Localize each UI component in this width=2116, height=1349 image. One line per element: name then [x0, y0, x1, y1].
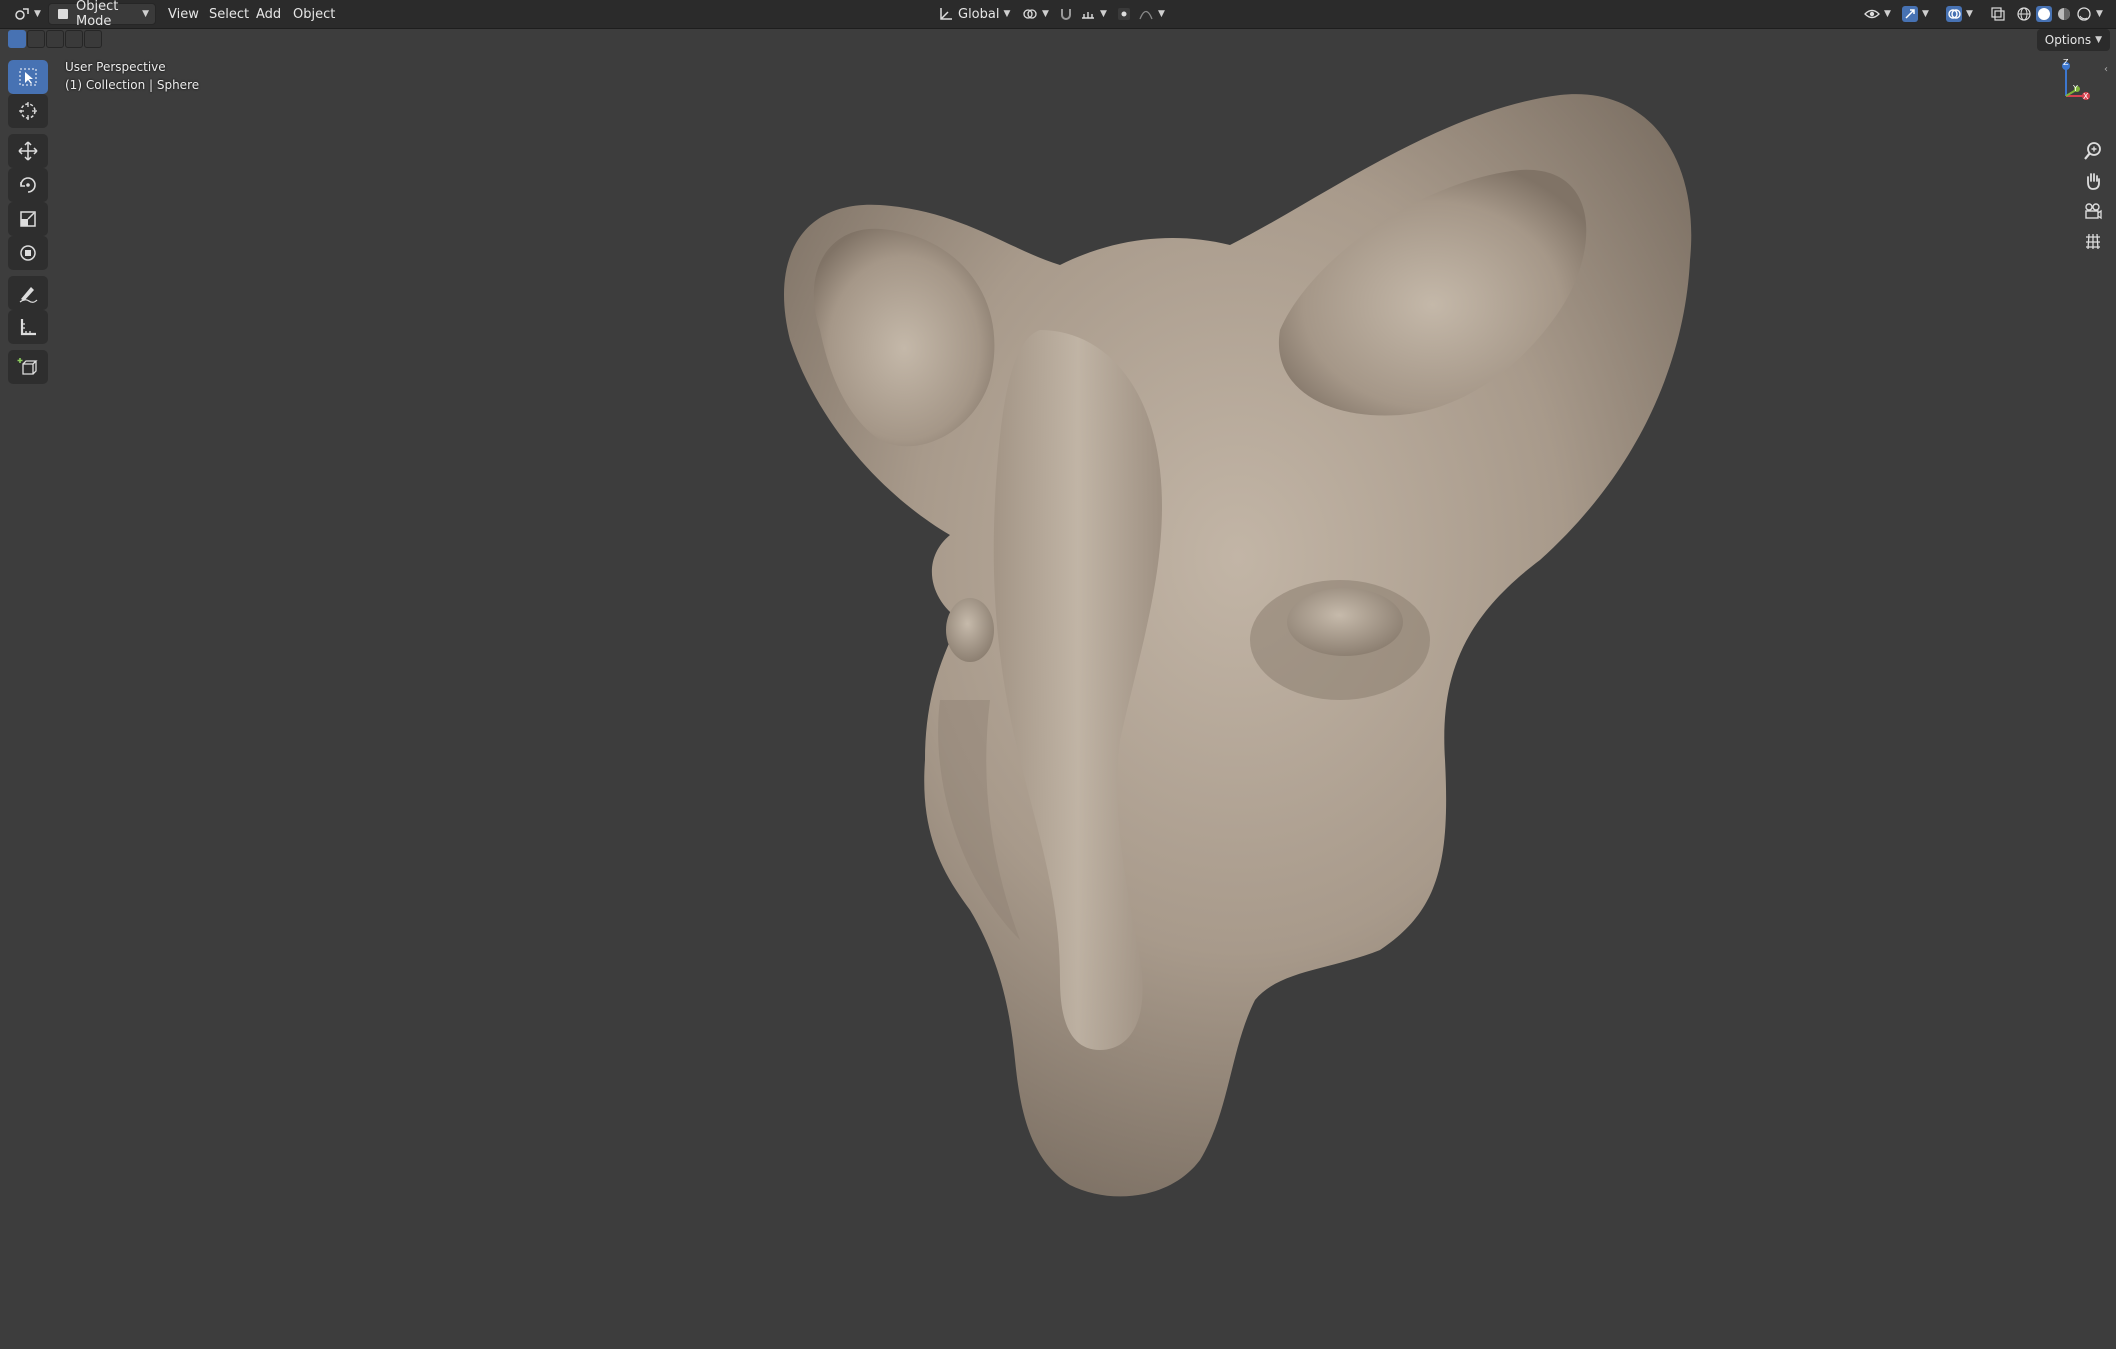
nav-pan-button[interactable]	[2076, 166, 2110, 196]
camera-icon	[2085, 203, 2102, 220]
tool-rotate[interactable]	[8, 168, 48, 202]
pencil-icon	[19, 287, 38, 303]
rotate-icon	[20, 177, 36, 193]
tool-measure[interactable]	[8, 310, 48, 344]
sculpted-head-model[interactable]	[0, 0, 2116, 1345]
left-eye	[946, 598, 994, 662]
nav-ortho-toggle[interactable]	[2076, 226, 2110, 256]
hand-icon	[2087, 173, 2100, 190]
right-eye	[1287, 588, 1403, 656]
axis-y-label: Y	[2073, 84, 2078, 93]
ruler-icon	[20, 319, 36, 336]
tool-cursor[interactable]	[8, 94, 48, 128]
add-cube-icon	[17, 358, 38, 375]
axis-z-label: Z	[2063, 58, 2069, 67]
move-arrows-icon	[18, 141, 38, 161]
tool-select-box[interactable]	[8, 60, 48, 94]
tool-move[interactable]	[8, 134, 48, 168]
viewport-3d[interactable]	[0, 0, 2116, 1345]
nav-camera-button[interactable]	[2076, 196, 2110, 226]
tool-annotate[interactable]	[8, 276, 48, 310]
axis-gizmo[interactable]: Z Y X	[2046, 58, 2096, 108]
grid-icon	[2086, 233, 2100, 250]
sidebar-toggle-arrow[interactable]: ‹	[2104, 64, 2108, 75]
transform-icon	[20, 245, 36, 261]
scale-icon	[20, 211, 36, 227]
select-cursor-icon	[19, 68, 37, 86]
tool-transform[interactable]	[8, 236, 48, 270]
cursor-crosshair-icon	[19, 102, 37, 120]
nav-zoom-button[interactable]	[2076, 136, 2110, 166]
tool-add-cube[interactable]	[8, 350, 48, 384]
axis-x-label: X	[2083, 92, 2089, 101]
tool-scale[interactable]	[8, 202, 48, 236]
magnifier-icon	[2084, 142, 2101, 160]
